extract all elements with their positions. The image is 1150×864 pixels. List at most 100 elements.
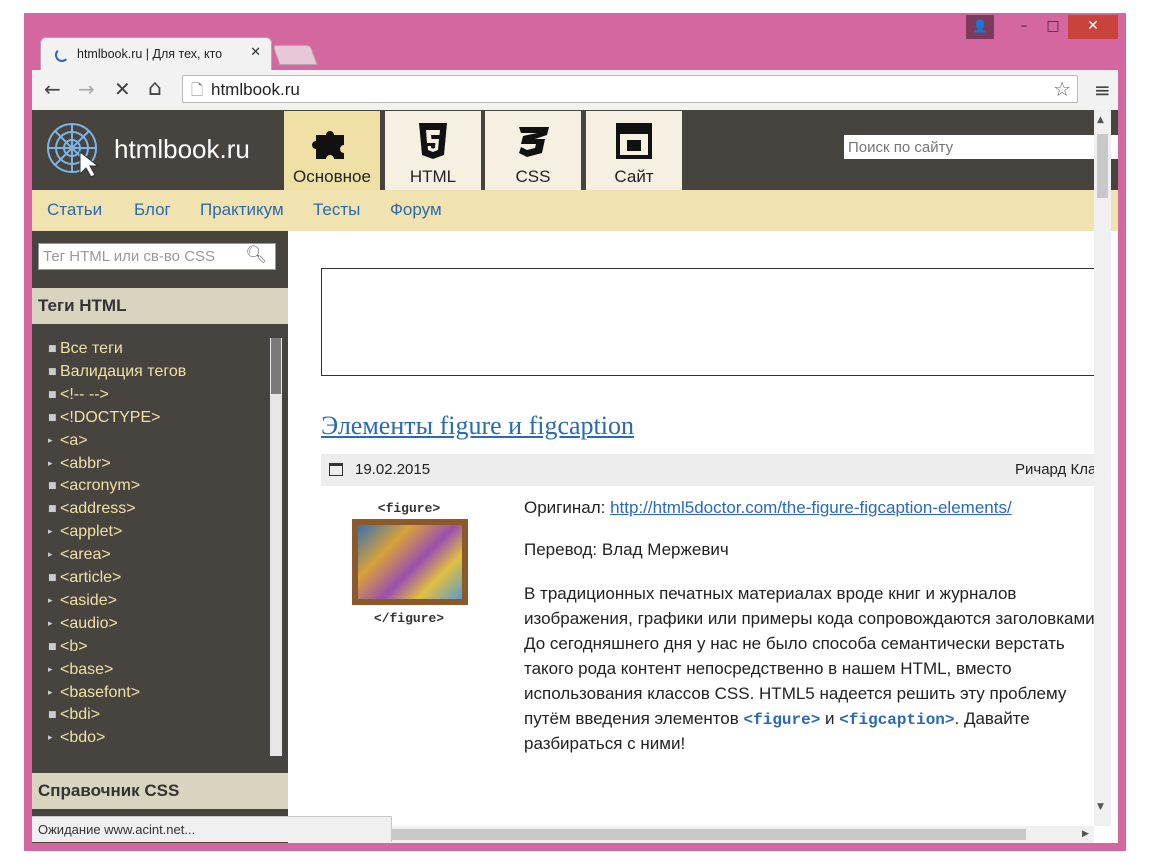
- arrow-right-icon: ▸: [48, 618, 53, 629]
- close-window-button[interactable]: ✕: [1068, 15, 1118, 39]
- status-bar: Ожидание www.acint.net...: [32, 816, 392, 842]
- page-vertical-scrollbar[interactable]: ▲ ▼: [1094, 110, 1111, 826]
- new-tab-button[interactable]: [272, 45, 318, 65]
- sidebar-tag-item[interactable]: ▸ <area>: [48, 546, 111, 564]
- tags-heading[interactable]: Теги HTML: [32, 288, 290, 324]
- site-nav: Статьи Блог Практикум Тесты Форум: [32, 190, 1118, 231]
- body-text-line: такого рода контент непосредственно в на…: [524, 659, 1012, 678]
- site-logo-text[interactable]: htmlbook.ru: [114, 134, 250, 165]
- address-bar[interactable]: 🗋 htmlbook.ru ☆: [182, 75, 1078, 103]
- article-title[interactable]: Элементы figure и figcaption: [321, 411, 634, 441]
- address-url[interactable]: htmlbook.ru: [211, 80, 300, 100]
- tab-close-icon[interactable]: ✕: [250, 45, 261, 60]
- bookmark-star-icon[interactable]: ☆: [1053, 77, 1071, 101]
- sidebar-tag-item[interactable]: ■ <b>: [48, 638, 88, 656]
- nav-link-stati[interactable]: Статьи: [47, 200, 102, 220]
- scroll-up-arrow-icon[interactable]: ▲: [1097, 115, 1104, 125]
- sidebar-tag-label: <b>: [60, 637, 88, 655]
- user-profile-icon[interactable]: 👤: [966, 15, 994, 39]
- tab-label: CSS: [515, 167, 551, 186]
- nav-link-praktikum[interactable]: Практикум: [200, 200, 284, 220]
- tab-css[interactable]: CSS: [485, 111, 581, 190]
- tab-sait[interactable]: Сайт: [586, 111, 682, 190]
- scroll-down-arrow-icon[interactable]: ▼: [1097, 802, 1104, 812]
- sidebar: Тег HTML или св-во CSS 🔍︎ Теги HTML ■ Все…: [32, 231, 290, 843]
- sidebar-scrollbar[interactable]: [270, 338, 282, 756]
- arrow-right-icon: ▸: [48, 595, 53, 606]
- sidebar-tag-label: <base>: [60, 660, 114, 678]
- body-text: и: [820, 709, 840, 728]
- sidebar-tag-label: <acronym>: [60, 477, 141, 495]
- search-icon[interactable]: 🔍︎: [245, 245, 267, 265]
- tab-osnovnoe[interactable]: Основное: [284, 111, 380, 190]
- body-text-line: путём введения элементов <figure> и <fig…: [524, 706, 1030, 733]
- document-icon: ■: [48, 366, 57, 377]
- page-viewport: htmlbook.ru Основное HTML CSS Сайт Поиск…: [32, 110, 1118, 843]
- body-text-line: В традиционных печатных материалах вроде…: [524, 584, 1017, 603]
- sidebar-tag-item[interactable]: ▸ <audio>: [48, 615, 118, 633]
- page-horizontal-scrollbar[interactable]: ▶: [288, 826, 1094, 843]
- tab-html[interactable]: HTML: [385, 111, 481, 190]
- site-search-input[interactable]: [844, 135, 1118, 159]
- sidebar-tag-item[interactable]: ▸ <base>: [48, 661, 113, 679]
- scrollbar-thumb[interactable]: [390, 829, 1026, 840]
- arrow-right-icon: ▸: [48, 458, 53, 469]
- arrow-right-icon: ▸: [48, 527, 53, 538]
- tag-search-input[interactable]: Тег HTML или св-во CSS 🔍︎: [38, 243, 276, 270]
- html5-icon: [419, 123, 447, 159]
- scrollbar-thumb[interactable]: [271, 338, 281, 394]
- original-link[interactable]: http://html5doctor.com/the-figure-figcap…: [610, 498, 1012, 517]
- sidebar-tag-item[interactable]: ■ <address>: [48, 500, 136, 518]
- forward-arrow-icon[interactable]: →: [78, 78, 95, 100]
- spider-web-logo-icon[interactable]: [46, 122, 102, 178]
- css3-icon: [519, 127, 549, 157]
- arrow-right-icon: ▸: [48, 733, 53, 744]
- arrow-right-icon: ▸: [48, 550, 53, 561]
- calendar-icon: [329, 463, 343, 476]
- nav-link-blog[interactable]: Блог: [134, 200, 171, 220]
- sidebar-tag-item[interactable]: ■ <!-- -->: [48, 386, 109, 404]
- scrollbar-thumb[interactable]: [1097, 134, 1108, 198]
- sidebar-tag-item[interactable]: ■ <article>: [48, 569, 121, 587]
- sidebar-tag-item[interactable]: ▸ <a>: [48, 432, 88, 450]
- sidebar-tag-item[interactable]: ■ <bdi>: [48, 706, 100, 724]
- css-reference-heading[interactable]: Справочник CSS: [32, 773, 290, 809]
- browser-tab[interactable]: htmlbook.ru | Для тех, кто ✕: [40, 37, 272, 71]
- sidebar-tag-label: <audio>: [60, 614, 118, 632]
- sidebar-tag-item[interactable]: ▸ <abbr>: [48, 455, 111, 473]
- home-icon[interactable]: ⌂: [148, 78, 162, 100]
- browser-window: 👤 – □ ✕ htmlbook.ru | Для тех, кто ✕ ← →…: [24, 13, 1126, 851]
- sidebar-tag-item[interactable]: ■ Все теги: [48, 340, 123, 358]
- sidebar-tag-item[interactable]: ▸ <bdo>: [48, 729, 105, 747]
- sidebar-tag-item[interactable]: ■ <!DOCTYPE>: [48, 409, 160, 427]
- nav-link-forum[interactable]: Форум: [390, 200, 442, 220]
- sidebar-tag-item[interactable]: ■ Валидация тегов: [48, 363, 186, 381]
- body-text: . Давайте: [954, 709, 1030, 728]
- code-figure: <figure>: [743, 711, 821, 729]
- browser-toolbar: ← → ✕ ⌂ 🗋 htmlbook.ru ☆ ≡: [32, 70, 1118, 110]
- sidebar-tag-label: <bdo>: [60, 729, 106, 747]
- tab-title: htmlbook.ru | Для тех, кто: [77, 47, 223, 61]
- minimize-button[interactable]: –: [1010, 15, 1038, 39]
- framed-painting-image: [352, 519, 468, 605]
- back-arrow-icon[interactable]: ←: [44, 78, 61, 100]
- sidebar-tag-item[interactable]: ▸ <basefont>: [48, 684, 140, 702]
- scroll-right-arrow-icon[interactable]: ▶: [1082, 829, 1089, 839]
- layout-icon: [616, 123, 652, 159]
- body-text: путём введения элементов: [524, 709, 744, 728]
- sidebar-tag-label: <aside>: [60, 591, 117, 609]
- maximize-button[interactable]: □: [1038, 15, 1068, 39]
- nav-link-testy[interactable]: Тесты: [313, 200, 360, 220]
- stop-loading-icon[interactable]: ✕: [114, 78, 131, 100]
- original-label: Оригинал:: [524, 498, 611, 517]
- browser-menu-icon[interactable]: ≡: [1094, 78, 1111, 102]
- arrow-right-icon: ▸: [48, 435, 53, 446]
- sidebar-tag-label: <a>: [60, 431, 88, 449]
- translation-line: Перевод: Влад Мержевич: [524, 540, 729, 559]
- figure-close-tag: </figure>: [373, 611, 445, 626]
- sidebar-tag-item[interactable]: ▸ <applet>: [48, 523, 122, 541]
- article-meta: 19.02.2015 Ричард Кларк: [321, 454, 1111, 486]
- sidebar-tag-label: <area>: [60, 546, 111, 564]
- sidebar-tag-item[interactable]: ■ <acronym>: [48, 477, 140, 495]
- sidebar-tag-item[interactable]: ▸ <aside>: [48, 592, 117, 610]
